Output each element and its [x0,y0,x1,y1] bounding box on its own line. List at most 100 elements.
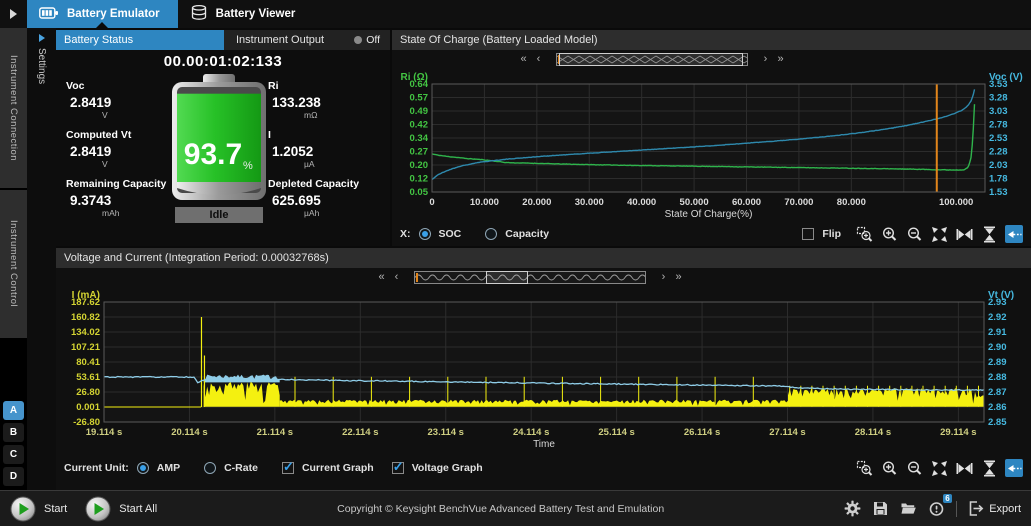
pan-step-right-button[interactable]: » [773,53,788,66]
output-state-text: Off [366,34,380,46]
pan-left-button[interactable]: ‹ [531,53,546,66]
metric-unit: V [102,159,170,169]
current-graph-label: Current Graph [302,462,374,474]
sidebar-expander-button[interactable] [0,0,27,28]
capacity-radio[interactable] [485,228,497,240]
svg-text:2.53: 2.53 [989,133,1008,144]
battery-percent-sign: % [243,160,253,172]
zoom-box-icon[interactable] [855,459,873,477]
vc-pan-control: « ‹ › » [56,268,1031,286]
voltage-graph-checkbox[interactable] [392,462,404,474]
zoom-in-icon[interactable] [880,459,898,477]
export-button[interactable]: Export [968,500,1021,517]
zoom-out-icon[interactable] [905,459,923,477]
alert-icon [928,500,945,517]
svg-text:40.000: 40.000 [627,197,656,208]
metric-current: I 1.2052 µA [268,129,380,169]
svg-text:21.114 s: 21.114 s [257,427,293,438]
sidebar-item-settings[interactable]: Settings [36,48,47,84]
tab-battery-viewer[interactable]: Battery Viewer [178,0,314,28]
save-button[interactable] [872,500,889,517]
folder-icon [900,500,917,517]
channel-a-button[interactable]: A [3,401,24,420]
svg-text:60.000: 60.000 [732,197,761,208]
fit-all-icon[interactable] [930,459,948,477]
left-sidebar: Instrument Connection Instrument Control… [0,28,27,490]
stack-icon [190,4,208,25]
svg-text:23.114 s: 23.114 s [428,427,464,438]
soc-radio[interactable] [419,228,431,240]
svg-text:1.78: 1.78 [989,174,1008,185]
auto-track-icon[interactable] [1005,225,1023,243]
vc-chart[interactable]: 19.114 s20.114 s21.114 s22.114 s23.114 s… [56,286,1026,454]
soc-chart[interactable]: 010.00020.00030.00040.00050.00060.00070.… [392,68,1029,222]
sidebar-item-instrument-control[interactable]: Instrument Control [0,190,27,338]
metric-value: 625.695 [272,193,380,208]
pan-waveform-preview [415,272,645,283]
zoom-out-icon[interactable] [905,225,923,243]
svg-text:3.28: 3.28 [989,93,1008,104]
app-window: Battery Emulator Battery Viewer Instrume… [0,0,1031,526]
sidebar-item-label: Instrument Connection [8,55,19,161]
svg-text:2.03: 2.03 [989,160,1008,171]
pan-step-left-button[interactable]: « [374,271,389,284]
instrument-output-label: Instrument Output [236,34,324,46]
zoom-box-icon[interactable] [855,225,873,243]
vc-pan-viewport[interactable] [486,271,527,284]
vc-controls: Current Unit: AMP C-Rate Current Graph V… [56,454,1031,482]
fit-all-icon[interactable] [930,225,948,243]
notifications-button[interactable]: 6 [928,500,945,517]
instrument-output-toggle[interactable]: Off [354,34,380,46]
battery-panel-header: Battery Status Instrument Output Off [56,30,390,50]
elapsed-time-display: 00.00:01:02:133 [66,53,380,70]
pan-left-button[interactable]: ‹ [389,271,404,284]
pan-right-button[interactable]: › [656,271,671,284]
svg-text:20.000: 20.000 [522,197,551,208]
svg-text:2.85: 2.85 [988,417,1007,428]
pan-step-left-button[interactable]: « [516,53,531,66]
svg-text:100.000: 100.000 [939,197,973,208]
soc-pan-track[interactable] [556,53,748,66]
soc-panel-header: State Of Charge (Battery Loaded Model) [392,30,1031,50]
open-button[interactable] [900,500,917,517]
pan-right-button[interactable]: › [758,53,773,66]
fit-vertical-icon[interactable] [980,459,998,477]
pan-step-right-button[interactable]: » [671,271,686,284]
channel-d-button[interactable]: D [3,467,24,486]
battery-icon [39,5,59,24]
metric-unit: µAh [304,208,380,218]
fit-horizontal-icon[interactable] [955,225,973,243]
sidebar-item-instrument-connection[interactable]: Instrument Connection [0,28,27,188]
page-title: State Of Charge (Battery Loaded Model) [392,34,598,46]
tab-battery-status[interactable]: Battery Status [56,30,224,50]
start-button[interactable]: Start [10,496,67,522]
main-tab-bar: Battery Emulator Battery Viewer [0,0,1031,28]
notification-count-badge: 6 [943,494,952,503]
settings-gear-button[interactable] [844,500,861,517]
tab-battery-emulator[interactable]: Battery Emulator [27,0,178,28]
vc-pan-track[interactable] [414,271,646,284]
soc-pan-viewport[interactable] [559,53,743,66]
start-all-button[interactable]: Start All [85,496,157,522]
metric-label: Voc [66,80,170,92]
vc-panel-header: Voltage and Current (Integration Period:… [56,248,1031,268]
svg-text:Ri (Ω): Ri (Ω) [401,72,428,83]
svg-text:0.05: 0.05 [410,187,429,198]
c-rate-radio[interactable] [204,462,216,474]
status-bar: Start Start All Copyright © Keysight Ben… [0,490,1031,526]
settings-expander-icon[interactable] [39,34,45,42]
fit-horizontal-icon[interactable] [955,459,973,477]
channel-selector: A B C D [0,401,27,490]
channel-b-button[interactable]: B [3,423,24,442]
svg-text:22.114 s: 22.114 s [342,427,378,438]
status-badge: Idle [175,207,263,223]
zoom-in-icon[interactable] [880,225,898,243]
auto-track-icon[interactable] [1005,459,1023,477]
fit-vertical-icon[interactable] [980,225,998,243]
amp-radio[interactable] [137,462,149,474]
current-graph-checkbox[interactable] [282,462,294,474]
flip-checkbox[interactable] [802,228,814,240]
svg-text:0.49: 0.49 [410,106,429,117]
start-all-label: Start All [119,503,157,515]
channel-c-button[interactable]: C [3,445,24,464]
